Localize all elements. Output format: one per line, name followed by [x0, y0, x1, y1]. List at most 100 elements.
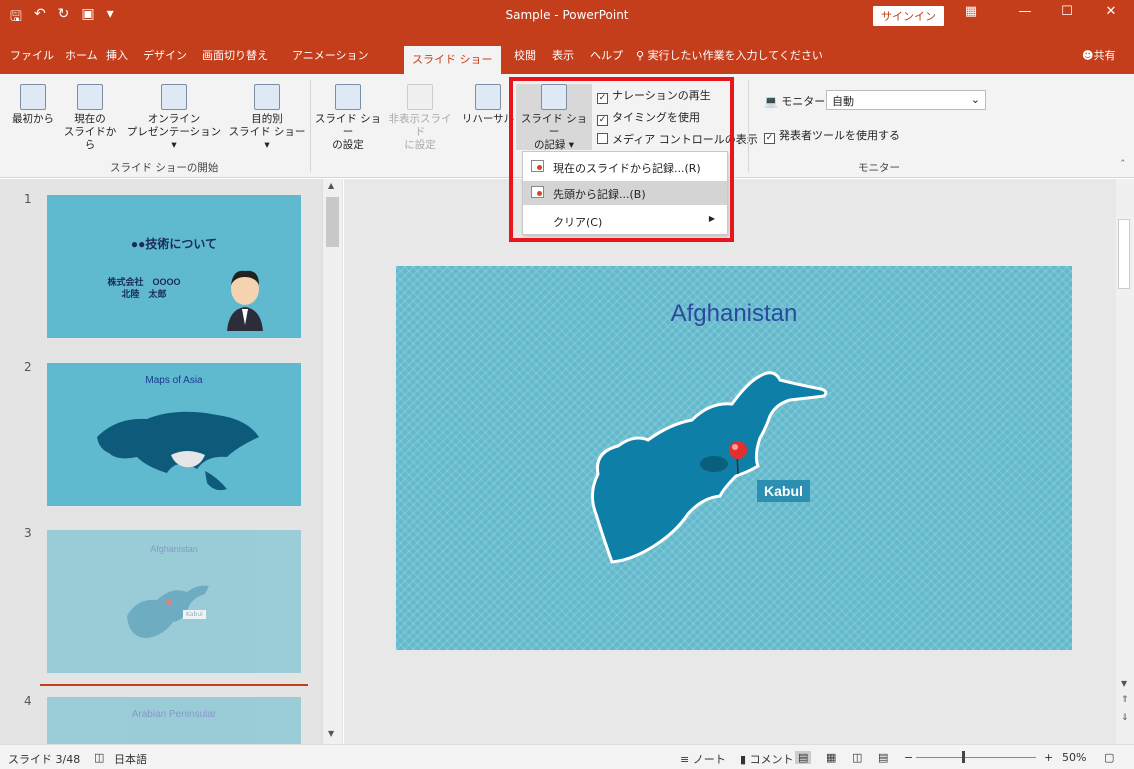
minimize-icon[interactable]: — — [1010, 4, 1040, 19]
tab-home[interactable]: ホーム — [65, 47, 98, 63]
scroll-down-icon[interactable]: ▼ — [328, 729, 334, 738]
hide-label-2: に設定 — [404, 139, 436, 151]
tell-me-box[interactable]: ⚲ 実行したい作業を入力してください — [636, 47, 823, 63]
close-icon[interactable]: ✕ — [1096, 4, 1126, 19]
scrollbar-thumb[interactable] — [1118, 219, 1130, 289]
fit-to-window-icon[interactable]: ▢ — [1104, 751, 1114, 764]
slide-counter: スライド 3/48 — [8, 753, 81, 766]
checkbox-checked-icon: ✓ — [764, 133, 775, 144]
slide-thumbnail[interactable]: Arabian Peninsular — [47, 697, 301, 744]
online-presentation-button[interactable]: オンライン プレゼンテーション ▾ — [124, 84, 224, 152]
slide-number: 3 — [24, 526, 32, 540]
from-current-label-1: 現在の — [74, 113, 106, 125]
custom-slideshow-icon — [254, 84, 280, 110]
share-button[interactable]: ☻共有 — [1082, 47, 1115, 63]
location-pin-icon — [729, 441, 747, 459]
insertion-marker — [40, 684, 308, 686]
ribbon-separator — [748, 80, 749, 172]
tab-design[interactable]: デザイン — [143, 47, 187, 63]
tab-file[interactable]: ファイル — [10, 47, 54, 63]
thumb-title: Maps of Asia — [145, 375, 203, 386]
tab-insert[interactable]: 挿入 — [106, 47, 128, 63]
presenter-label: 発表者ツールを使用する — [779, 129, 900, 142]
normal-view-icon[interactable]: ▤ — [795, 751, 812, 764]
scrollbar-thumb[interactable] — [326, 197, 339, 247]
slide-sorter-icon[interactable]: ▦ — [826, 751, 836, 764]
scroll-up-icon[interactable]: ▲ — [328, 181, 334, 190]
slideshow-current-icon — [77, 84, 103, 110]
spell-check-icon[interactable]: ◫ — [94, 751, 104, 764]
notes-label: ノート — [692, 753, 726, 766]
slideshow-view-icon[interactable]: ▤ — [878, 751, 888, 764]
tab-animations[interactable]: アニメーション — [292, 47, 369, 63]
signin-button[interactable]: サインイン — [873, 6, 944, 26]
ribbon-display-icon[interactable]: ▦ — [956, 4, 986, 19]
online-label-2: プレゼンテーション ▾ — [126, 126, 222, 151]
zoom-slider-track[interactable] — [916, 757, 1036, 758]
slide-thumbnail[interactable]: ●●技術について 株式会社 OOOO 北陸 太郎 — [47, 195, 301, 338]
scroll-down-icon[interactable]: ▼ — [1121, 679, 1127, 688]
lightbulb-icon: ⚲ — [636, 49, 648, 62]
highlight-annotation-box — [509, 77, 734, 242]
zoom-in-icon[interactable]: + — [1044, 751, 1053, 764]
slide-number: 2 — [24, 360, 32, 374]
slide-number: 1 — [24, 192, 32, 206]
thumb-title: Arabian Peninsular — [131, 709, 217, 720]
status-bar: スライド 3/48 ◫ 日本語 ≡ ノート ▮ コメント ▤ ▦ ◫ ▤ − +… — [0, 744, 1134, 769]
language-indicator[interactable]: 日本語 — [114, 751, 147, 767]
custom-label-2: スライド ショー ▾ — [228, 126, 306, 151]
slideshow-start-icon — [20, 84, 46, 110]
presenter-view-checkbox[interactable]: ✓ 発表者ツールを使用する — [764, 127, 900, 144]
setup-icon — [335, 84, 361, 110]
asia-map-icon — [97, 411, 259, 491]
group-start-label: スライド ショーの開始 — [110, 162, 219, 174]
slide-thumbnail-selected[interactable]: Afghanistan Kabul — [47, 530, 301, 673]
from-current-button[interactable]: 現在の スライドから — [60, 84, 120, 152]
notes-icon: ≡ — [680, 753, 693, 766]
ribbon-separator — [310, 80, 311, 172]
person-icon: ☻ — [1082, 49, 1094, 62]
hide-slide-button[interactable]: 非表示スライド に設定 — [384, 84, 456, 152]
zoom-out-icon[interactable]: − — [904, 751, 913, 764]
from-beginning-label: 最初から — [12, 113, 54, 125]
tab-slideshow[interactable]: スライド ショー — [404, 46, 501, 74]
tab-transitions[interactable]: 画面切り替え — [202, 47, 268, 63]
thumbnail-scrollbar[interactable]: ▲ ▼ — [322, 179, 342, 744]
slide-title[interactable]: Afghanistan — [396, 300, 1072, 328]
previous-slide-icon[interactable]: ⇑ — [1121, 695, 1129, 705]
collapse-ribbon-icon[interactable]: ˆ — [1120, 158, 1126, 171]
zoom-slider-thumb[interactable] — [962, 751, 965, 763]
rehearse-label: リハーサル — [461, 113, 515, 125]
afghanistan-map — [591, 371, 828, 564]
tab-view[interactable]: 表示 — [552, 47, 574, 63]
thumb-title: ●●技術について — [130, 237, 218, 251]
maximize-icon[interactable]: ☐ — [1052, 4, 1082, 19]
next-slide-icon[interactable]: ⇓ — [1121, 713, 1129, 723]
from-beginning-button[interactable]: 最初から — [8, 84, 58, 126]
globe-icon — [161, 84, 187, 110]
slide-thumbnail[interactable]: Maps of Asia — [47, 363, 301, 506]
reading-view-icon[interactable]: ◫ — [852, 751, 862, 764]
notes-button[interactable]: ≡ ノート — [680, 751, 726, 767]
tell-me-text: 実行したい作業を入力してください — [647, 49, 823, 62]
setup-label-1: スライド ショー — [314, 113, 382, 138]
comment-icon: ▮ — [740, 753, 750, 766]
share-label: 共有 — [1093, 49, 1116, 62]
monitor-select[interactable]: 自動 ⌄ — [826, 90, 986, 110]
comments-label: コメント — [749, 753, 794, 766]
rehearse-button[interactable]: リハーサル — [460, 84, 516, 126]
setup-label-2: の設定 — [332, 139, 364, 151]
tab-review[interactable]: 校閲 — [514, 47, 536, 63]
custom-slideshow-button[interactable]: 目的別 スライド ショー ▾ — [226, 84, 308, 152]
monitor-value: 自動 — [832, 95, 854, 108]
kabul-label[interactable]: Kabul — [757, 480, 810, 502]
current-slide[interactable]: Afghanistan Kabul — [396, 266, 1072, 650]
comments-button[interactable]: ▮ コメント — [740, 751, 794, 767]
editor-scrollbar[interactable]: ▼ ⇑ ⇓ — [1116, 179, 1134, 744]
zoom-level[interactable]: 50% — [1062, 751, 1086, 764]
monitor-icon: 💻 — [764, 95, 782, 108]
setup-slideshow-button[interactable]: スライド ショー の設定 — [312, 84, 384, 152]
slide-number: 4 — [24, 694, 32, 708]
hide-slide-icon — [407, 84, 433, 110]
tab-help[interactable]: ヘルプ — [590, 47, 623, 63]
